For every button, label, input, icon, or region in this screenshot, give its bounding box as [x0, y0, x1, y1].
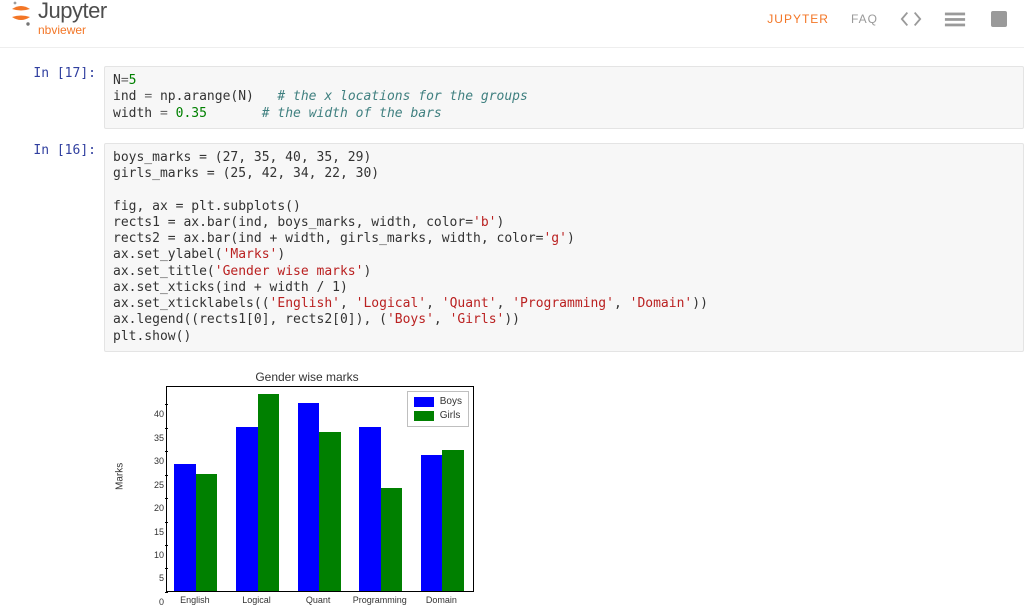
code-cell: In [16]: boys_marks = (27, 35, 40, 35, 2…	[0, 143, 1024, 352]
code-cell: In [17]: N=5 ind = np.arange(N) # the x …	[0, 66, 1024, 129]
bar-girls	[196, 474, 218, 591]
input-prompt: In [17]:	[0, 66, 104, 129]
brand[interactable]: Jupyter nbviewer	[10, 0, 107, 36]
y-axis-label: Marks	[115, 463, 126, 490]
code-input[interactable]: boys_marks = (27, 35, 40, 35, 29) girls_…	[104, 143, 1024, 352]
y-tick-label: 0	[152, 597, 164, 607]
bar-boys	[174, 464, 196, 590]
jupyter-logo-icon	[10, 0, 32, 29]
chart-title: Gender wise marks	[122, 370, 492, 384]
code-input[interactable]: N=5 ind = np.arange(N) # the x locations…	[104, 66, 1024, 129]
y-tick-label: 25	[152, 480, 164, 490]
bar-boys	[421, 455, 443, 591]
bar-girls	[381, 488, 403, 591]
y-tick-label: 15	[152, 527, 164, 537]
bar-girls	[319, 432, 341, 591]
y-tick-label: 40	[152, 409, 164, 419]
y-tick-label: 10	[152, 550, 164, 560]
nav: JUPYTER FAQ	[767, 0, 1010, 28]
output-area: Gender wise marks Marks Boys Girls 0 5 10 1…	[104, 366, 1024, 610]
extra-icon[interactable]	[988, 10, 1010, 28]
bar-girls	[442, 450, 464, 590]
bar-boys	[298, 403, 320, 590]
legend-item: Girls	[414, 409, 462, 423]
nav-jupyter[interactable]: JUPYTER	[767, 12, 829, 26]
legend-label: Girls	[440, 409, 461, 423]
menu-icon[interactable]	[944, 10, 966, 28]
legend-item: Boys	[414, 395, 462, 409]
bar-chart: Gender wise marks Marks Boys Girls 05101…	[122, 370, 492, 610]
code-icon[interactable]	[900, 10, 922, 28]
bar-boys	[359, 427, 381, 591]
bar-boys	[236, 427, 258, 591]
notebook: In [17]: N=5 ind = np.arange(N) # the x …	[0, 48, 1024, 610]
chart-legend: Boys Girls	[407, 391, 469, 427]
chart-axes: Boys Girls	[166, 386, 474, 592]
legend-swatch-girls	[414, 411, 434, 421]
brand-name: Jupyter	[38, 0, 107, 22]
nav-faq[interactable]: FAQ	[851, 12, 878, 26]
y-tick-label: 20	[152, 503, 164, 513]
y-tick-label: 30	[152, 456, 164, 466]
legend-swatch-boys	[414, 397, 434, 407]
y-tick-label: 35	[152, 433, 164, 443]
legend-label: Boys	[440, 395, 462, 409]
input-prompt: In [16]:	[0, 143, 104, 352]
brand-sub: nbviewer	[38, 24, 107, 36]
header: Jupyter nbviewer JUPYTER FAQ	[0, 0, 1024, 48]
bar-girls	[258, 394, 280, 591]
y-tick-label: 5	[152, 573, 164, 583]
